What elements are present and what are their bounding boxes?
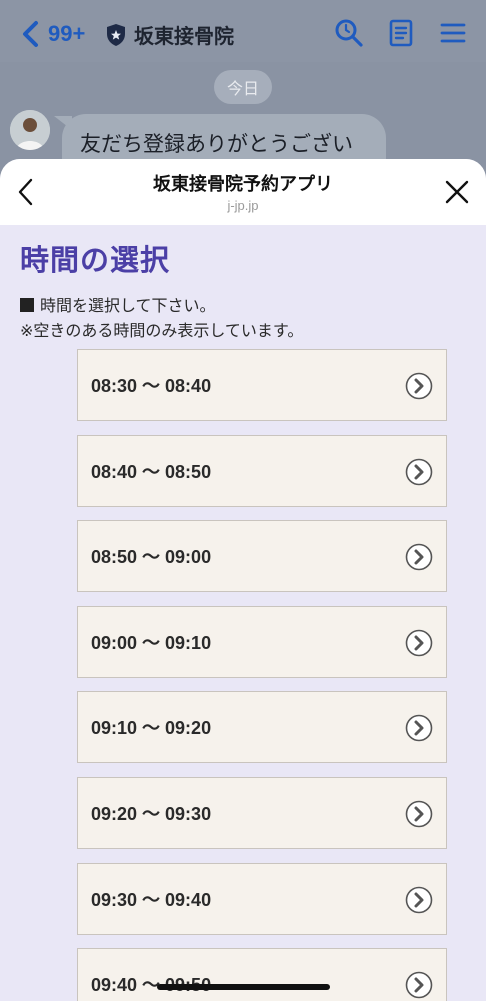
home-indicator[interactable] [157,984,330,990]
close-icon[interactable] [444,179,470,205]
chevron-right-icon [405,629,433,657]
sheet-url: j-jp.jp [227,198,259,213]
menu-icon[interactable] [438,18,468,48]
instruction-line-1: 時間を選択して下さい。 [20,293,466,318]
chevron-right-icon [405,715,433,742]
chevron-right-icon [405,543,433,571]
time-slot-label: 09:00 〜 09:10 [91,632,212,653]
sheet-header: 坂東接骨院予約アプリ j-jp.jp [0,159,486,225]
header-actions [334,18,468,48]
unread-count: 99+ [48,21,86,46]
time-slot[interactable]: 09:00 〜 09:10 [77,605,447,678]
booking-sheet: 坂東接骨院予約アプリ j-jp.jp 時間の選択 時間を選択して下さい。 ※空き… [0,159,486,1001]
time-slot-label: 09:20 〜 09:30 [91,803,212,824]
time-slot[interactable]: 08:30 〜 08:40 [77,349,447,421]
chevron-right-icon [405,372,433,400]
chevron-right-icon [405,886,433,913]
chevron-left-icon [23,21,38,47]
time-slot[interactable]: 08:40 〜 08:50 [77,434,447,507]
time-slot-label: 08:30 〜 08:40 [91,376,212,396]
time-slot[interactable]: 09:40 〜 09:50 [77,948,447,1001]
instruction-line-2: ※空きのある時間のみ表示しています。 [20,321,304,340]
chat-name: 坂東接骨院 [134,24,234,48]
time-slot[interactable]: 09:10 〜 09:20 [77,691,447,764]
time-slot-label: 08:40 〜 08:50 [91,461,212,482]
avatar-icon [10,110,50,150]
sheet-content: 時間の選択 時間を選択して下さい。 ※空きのある時間のみ表示しています。 [0,225,486,343]
back-button[interactable]: 99+ [20,20,85,48]
chevron-right-icon [405,971,433,999]
notes-icon[interactable] [386,18,416,48]
time-slot-label: 09:10 〜 09:20 [91,718,212,739]
avatar[interactable] [10,110,50,150]
instructions: 時間を選択して下さい。 ※空きのある時間のみ表示しています。 [20,293,466,343]
time-slot[interactable]: 09:20 〜 09:30 [77,776,447,849]
page-title: 時間の選択 [20,243,171,277]
date-separator: 今日 [214,70,272,104]
chat-header: 99+ 坂東接骨院 [0,0,486,66]
chevron-right-icon [405,458,433,485]
chevron-right-icon [405,800,433,828]
chat-title: 坂東接骨院 [106,20,234,49]
time-slot-list: 08:30 〜 08:40 08:40 〜 08:50 08:50 〜 09:0… [77,349,447,1001]
shield-icon [107,23,125,46]
time-slot[interactable]: 09:30 〜 09:40 [77,862,447,935]
time-slot-label: 09:30 〜 09:40 [91,889,212,910]
search-icon[interactable] [334,18,364,48]
time-slot[interactable]: 08:50 〜 09:00 [77,520,447,593]
square-bullet-icon [20,298,34,312]
time-slot-label: 08:50 〜 09:00 [91,547,212,568]
sheet-title: 坂東接骨院予約アプリ [153,174,333,195]
instruction-text-1: 時間を選択して下さい。 [40,296,216,315]
